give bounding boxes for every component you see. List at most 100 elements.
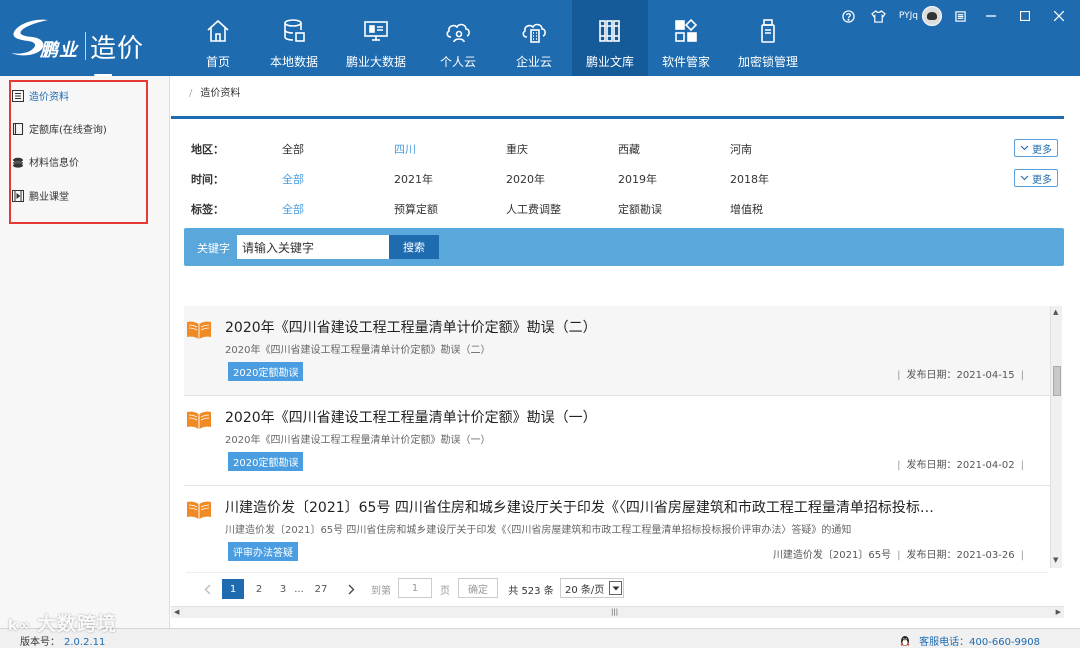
page-size-select[interactable]: 20 条/页 xyxy=(560,578,624,598)
filter-option[interactable]: 全部 xyxy=(282,141,304,157)
sidebar-item-material-price[interactable]: 材料信息价 xyxy=(12,154,79,169)
nav-home-label: 首页 xyxy=(205,55,230,69)
customer-hotline[interactable]: 客服电话：400-660-9908 xyxy=(899,633,1040,648)
more-label: 更多 xyxy=(1032,144,1052,156)
result-title[interactable]: 川建造价发〔2021〕65号 四川省住房和城乡建设厅关于印发《〈四川省房屋建筑和… xyxy=(225,497,1035,517)
filter-option[interactable]: 增值税 xyxy=(730,201,763,217)
list-item[interactable]: 2020年《四川省建设工程工程量清单计价定额》勘误（一） 2020年《四川省建设… xyxy=(184,396,1050,486)
result-date-label: 发布日期： xyxy=(906,550,957,561)
result-title[interactable]: 2020年《四川省建设工程工程量清单计价定额》勘误（一） xyxy=(225,407,1035,427)
filter-option[interactable]: 2019年 xyxy=(618,171,657,187)
scroll-down-icon[interactable]: ▼ xyxy=(1053,556,1058,564)
page-button[interactable]: 3 xyxy=(276,579,290,599)
result-date: 2021-04-15 xyxy=(956,370,1015,381)
maximize-button[interactable] xyxy=(1010,6,1040,26)
logo-divider xyxy=(85,32,86,60)
filter-option[interactable]: 2018年 xyxy=(730,171,769,187)
prev-page-button[interactable] xyxy=(200,579,214,599)
chevron-down-icon xyxy=(1020,175,1029,181)
nav-software-manager[interactable]: 软件管家 xyxy=(648,0,724,76)
result-date-label: 发布日期： xyxy=(906,370,957,381)
nav-local-data-label: 本地数据 xyxy=(269,55,318,69)
more-button-time[interactable]: 更多 xyxy=(1014,169,1058,187)
version-number: 2.0.2.11 xyxy=(64,637,106,648)
nav-big-data[interactable]: 鹏业大数据 xyxy=(332,0,420,76)
page-unit-label: 页 xyxy=(440,585,450,597)
watermark-logo-icon: k∞ xyxy=(8,618,31,634)
result-subtitle: 2020年《四川省建设工程工程量清单计价定额》勘误（二） xyxy=(225,345,491,356)
filter-option[interactable]: 2021年 xyxy=(394,171,433,187)
search-bar: 关键字 搜索 xyxy=(184,228,1064,266)
nav-local-data[interactable]: 本地数据 xyxy=(256,0,332,76)
filter-option[interactable]: 河南 xyxy=(730,141,752,157)
result-tag[interactable]: 2020定额勘误 xyxy=(228,452,304,471)
breadcrumb-separator: / xyxy=(189,88,193,99)
sidebar-item-label: 定额库(在线查询) xyxy=(29,125,107,136)
stack-icon xyxy=(12,156,24,168)
top-bar: 鹏业 造价云 首页 本地数据 鹏业大数据 个人云 xyxy=(0,0,1080,101)
sidebar-item-classroom[interactable]: 鹏业课堂 xyxy=(12,188,69,203)
video-icon xyxy=(12,189,24,202)
horizontal-scrollbar[interactable]: ◀ ||| ▶ xyxy=(171,606,1064,618)
page-ellipsis: ... xyxy=(294,583,304,595)
nav-big-data-label: 鹏业大数据 xyxy=(345,55,406,69)
next-page-button[interactable] xyxy=(344,579,358,599)
filter-option-selected[interactable]: 全部 xyxy=(282,201,304,217)
book-icon xyxy=(12,122,24,135)
nav-library[interactable]: 鹏业文库 xyxy=(572,0,648,76)
filter-option-selected[interactable]: 四川 xyxy=(394,141,416,157)
page-button-current[interactable]: 1 xyxy=(222,579,244,599)
sidebar-item-cost-data[interactable]: 造价资料 xyxy=(12,88,69,103)
help-icon[interactable] xyxy=(837,6,861,26)
scrollbar-thumb[interactable] xyxy=(1053,366,1061,396)
result-tag[interactable]: 评审办法答疑 xyxy=(228,542,298,561)
filter-label: 标签： xyxy=(191,203,224,216)
dropdown-arrow-icon xyxy=(609,581,622,595)
scroll-up-icon[interactable]: ▲ xyxy=(1053,308,1058,316)
home-icon xyxy=(204,17,232,45)
nav-enterprise-cloud-label: 企业云 xyxy=(515,55,552,69)
menu-icon[interactable] xyxy=(948,6,972,26)
filter-option[interactable]: 2020年 xyxy=(506,171,545,187)
goto-page-input[interactable]: 1 xyxy=(398,578,432,598)
close-button[interactable] xyxy=(1044,6,1074,26)
sidebar-item-quota-library[interactable]: 定额库(在线查询) xyxy=(12,121,107,136)
sidebar-item-label: 鹏业课堂 xyxy=(29,192,69,203)
scroll-right-icon[interactable]: ▶ xyxy=(1056,608,1061,616)
more-label: 更多 xyxy=(1032,174,1052,186)
nav-enterprise-cloud[interactable]: 企业云 xyxy=(496,0,572,76)
filter-option[interactable]: 定额勘误 xyxy=(618,201,662,217)
list-item[interactable]: 川建造价发〔2021〕65号 四川省住房和城乡建设厅关于印发《〈四川省房屋建筑和… xyxy=(184,486,1050,568)
list-item[interactable]: 2020年《四川省建设工程工程量清单计价定额》勘误（二） 2020年《四川省建设… xyxy=(184,306,1050,396)
search-button[interactable]: 搜索 xyxy=(389,235,439,259)
cloud-user-icon xyxy=(444,17,472,45)
confirm-button[interactable]: 确定 xyxy=(458,578,498,598)
window-controls: PYJq xyxy=(831,6,1074,26)
result-doc-no: 川建造价发〔2021〕65号 xyxy=(772,550,892,561)
result-title[interactable]: 2020年《四川省建设工程工程量清单计价定额》勘误（二） xyxy=(225,317,1035,337)
scrollbar-grip-icon[interactable]: ||| xyxy=(611,608,618,616)
scroll-left-icon[interactable]: ◀ xyxy=(174,608,179,616)
filter-option[interactable]: 预算定额 xyxy=(394,201,438,217)
open-book-icon xyxy=(187,321,211,339)
page-button[interactable]: 2 xyxy=(252,579,266,599)
nav-personal-cloud[interactable]: 个人云 xyxy=(420,0,496,76)
username[interactable]: PYJq xyxy=(899,11,918,21)
result-tag[interactable]: 2020定额勘误 xyxy=(228,362,304,381)
page-button[interactable]: 27 xyxy=(312,579,330,599)
more-button-region[interactable]: 更多 xyxy=(1014,139,1058,157)
filter-option[interactable]: 重庆 xyxy=(506,141,528,157)
nav-dongle-manager[interactable]: 加密锁管理 xyxy=(724,0,812,76)
breadcrumb-current[interactable]: 造价资料 xyxy=(200,88,240,99)
open-book-icon xyxy=(187,411,211,429)
result-date: 2021-03-26 xyxy=(956,550,1015,561)
minimize-button[interactable] xyxy=(976,6,1006,26)
filter-option-selected[interactable]: 全部 xyxy=(282,171,304,187)
nav-home[interactable]: 首页 xyxy=(180,0,256,76)
skin-shirt-icon[interactable] xyxy=(867,6,891,26)
results-scrollbar[interactable]: ▲ ▼ xyxy=(1050,306,1062,568)
filter-option[interactable]: 西藏 xyxy=(618,141,640,157)
search-input[interactable] xyxy=(237,235,389,259)
filter-option[interactable]: 人工费调整 xyxy=(506,201,561,217)
user-avatar[interactable] xyxy=(922,6,942,26)
